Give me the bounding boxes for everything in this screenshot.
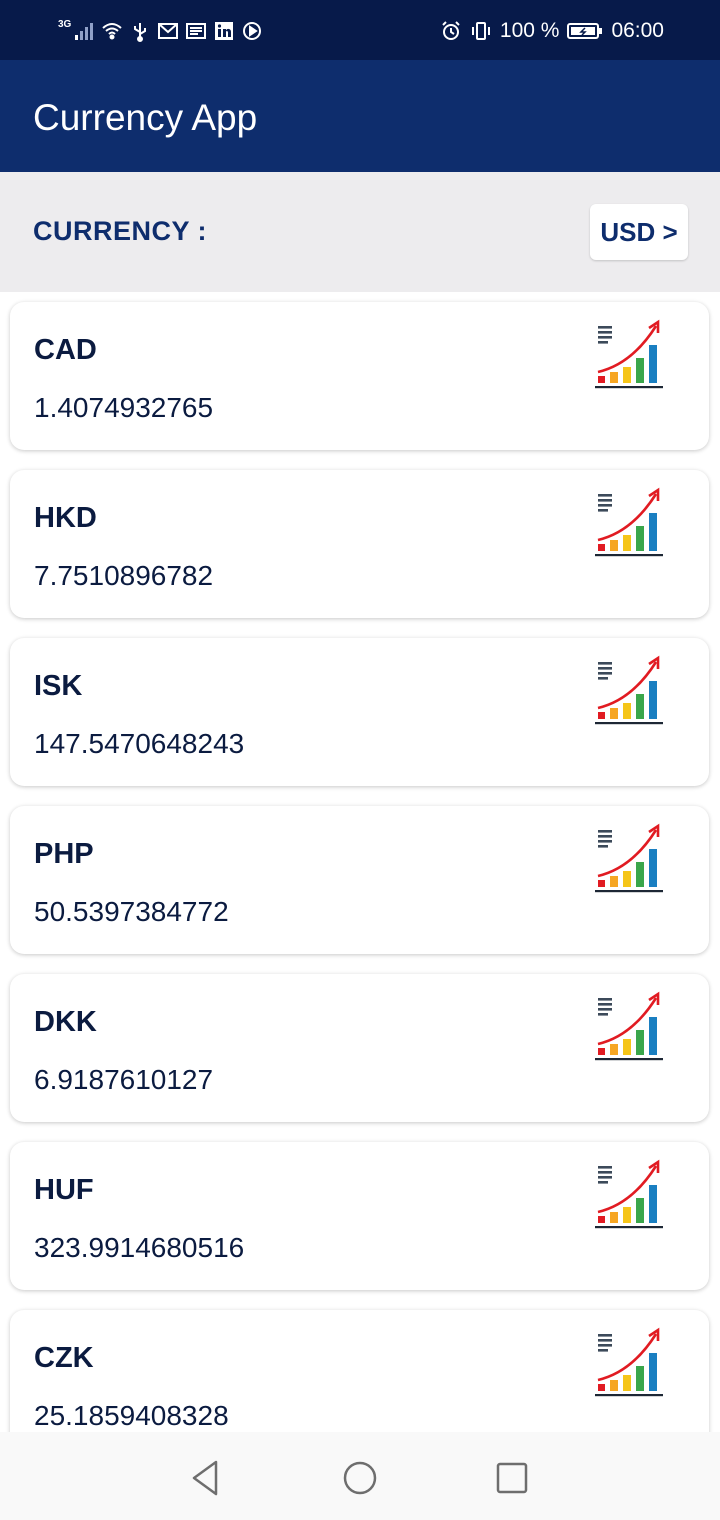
exchange-rate-value: 1.4074932765: [34, 392, 214, 423]
rate-card-php[interactable]: PHP 50.5397384772: [10, 806, 709, 954]
usb-icon: [129, 20, 151, 42]
chart-growth-icon[interactable]: [592, 818, 666, 894]
currency-code: PHP: [34, 838, 94, 870]
app-title: Currency App: [33, 97, 258, 138]
back-icon[interactable]: [186, 1458, 226, 1498]
news-icon: [185, 20, 207, 42]
wifi-icon: [101, 20, 123, 42]
vibrate-icon: [470, 20, 492, 42]
chart-growth-icon[interactable]: [592, 1322, 666, 1398]
chart-growth-icon[interactable]: [592, 1154, 666, 1230]
clock: 06:00: [611, 19, 664, 42]
exchange-rate-value: 25.1859408328: [34, 1400, 229, 1431]
recents-icon[interactable]: [492, 1458, 532, 1498]
exchange-rate-value: 323.9914680516: [34, 1232, 245, 1263]
signal-icon: [73, 20, 95, 42]
exchange-rate-value: 6.9187610127: [34, 1064, 214, 1095]
status-icons-left: 3G: [58, 16, 263, 46]
chart-growth-icon[interactable]: [592, 650, 666, 726]
rate-card-hkd[interactable]: HKD 7.7510896782: [10, 470, 709, 618]
rate-card-czk[interactable]: CZK 25.1859408328: [10, 1310, 709, 1432]
status-icons-right: 100 % 06:00: [440, 16, 664, 46]
home-icon[interactable]: [340, 1458, 380, 1498]
alarm-icon: [440, 20, 462, 42]
rate-card-huf[interactable]: HUF 323.9914680516: [10, 1142, 709, 1290]
rate-list[interactable]: CAD 1.4074932765 HKD 7.7510896782 ISK 14…: [0, 292, 720, 1432]
currency-code: HKD: [34, 502, 97, 534]
currency-code: CZK: [34, 1342, 94, 1374]
currency-code: HUF: [34, 1174, 94, 1206]
battery-icon: [567, 20, 603, 42]
app-bar: Currency App: [0, 60, 720, 172]
base-currency-button[interactable]: USD >: [590, 204, 688, 260]
battery-percent: 100 %: [499, 19, 560, 42]
exchange-rate-value: 147.5470648243: [34, 728, 245, 759]
currency-code: CAD: [34, 334, 97, 366]
rate-card-cad[interactable]: CAD 1.4074932765: [10, 302, 709, 450]
gmail-icon: [157, 20, 179, 42]
currency-code: DKK: [34, 1006, 97, 1038]
chart-growth-icon[interactable]: [592, 986, 666, 1062]
rate-card-dkk[interactable]: DKK 6.9187610127: [10, 974, 709, 1122]
status-bar: 3G 100 % 06:00: [0, 0, 720, 60]
chart-growth-icon[interactable]: [592, 482, 666, 558]
navigation-bar: [0, 1432, 720, 1520]
exchange-rate-value: 50.5397384772: [34, 896, 229, 927]
currency-label: CURRENCY :: [33, 216, 208, 246]
currency-selector-row: CURRENCY : USD >: [0, 172, 720, 292]
currency-code: ISK: [34, 670, 83, 702]
rate-card-isk[interactable]: ISK 147.5470648243: [10, 638, 709, 786]
play-icon: [241, 20, 263, 42]
network-type: 3G: [58, 18, 72, 30]
chart-growth-icon[interactable]: [592, 314, 666, 390]
exchange-rate-value: 7.7510896782: [34, 560, 214, 591]
linkedin-icon: [213, 20, 235, 42]
